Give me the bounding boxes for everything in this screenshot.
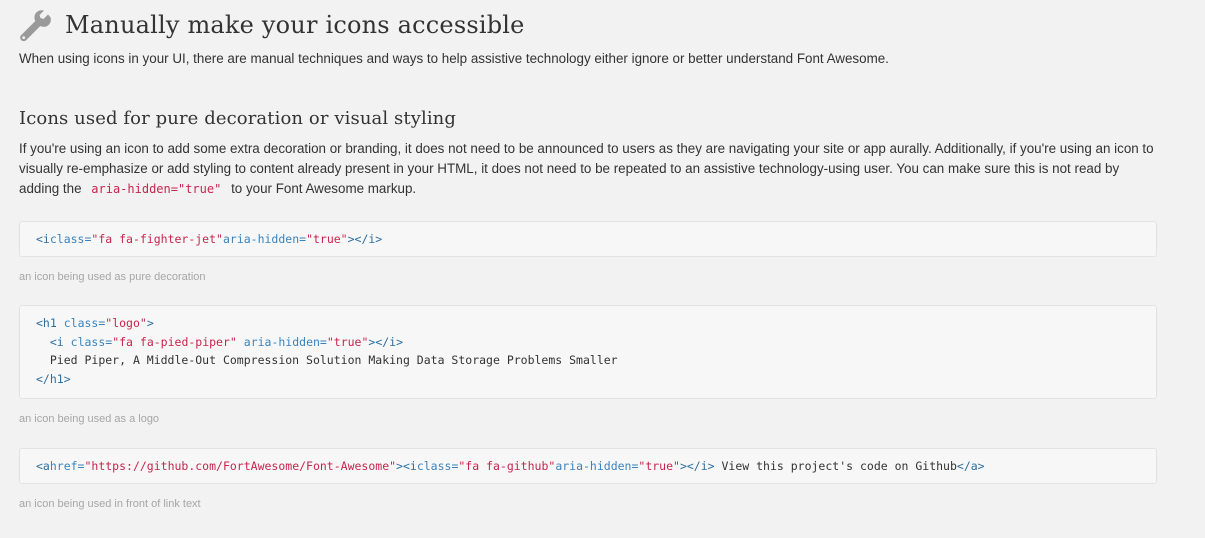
intro-paragraph: When using icons in your UI, there are m… — [19, 51, 889, 66]
code-token: class= — [49, 231, 92, 246]
page-content: Manually make your icons accessible When… — [0, 0, 1159, 510]
code-token: class= — [416, 458, 459, 473]
code-token: </a> — [956, 458, 985, 473]
code-token: aria-hidden= — [222, 231, 307, 246]
section-paragraph: If you're using an icon to add some extr… — [19, 139, 1154, 199]
code-caption: an icon being used in front of link text — [19, 498, 201, 510]
code-token: <i — [36, 231, 50, 246]
code-block-decoration: <i class= "fa fa-fighter-jet" aria-hidden… — [19, 221, 1157, 257]
code-token: href= — [49, 458, 85, 473]
code-token: ></i> — [347, 231, 383, 246]
code-token: Pied Piper, A Middle-Out Compression Sol… — [49, 353, 618, 367]
code-token: class= — [70, 334, 113, 349]
code-token: ><i — [396, 458, 417, 473]
code-token: ></i> — [679, 458, 715, 473]
page-header: Manually make your icons accessible — [19, 0, 1159, 50]
code-token: "fa fa-pied-piper" — [112, 334, 237, 349]
page-title: Manually make your icons accessible — [65, 11, 525, 39]
body-text-after: to your Font Awesome markup. — [231, 181, 417, 196]
code-token: "true" — [638, 458, 680, 473]
code-token: "https://github.com/FortAwesome/Font-Awe… — [84, 458, 397, 473]
code-token: aria-hidden= — [243, 334, 327, 349]
code-token: aria-hidden= — [555, 458, 639, 473]
code-token: > — [146, 316, 154, 330]
inline-code: aria-hidden="true" — [91, 182, 222, 196]
code-token: "fa fa-github" — [458, 458, 556, 473]
code-token: </h1> — [36, 371, 71, 386]
code-token: <h1 — [36, 316, 57, 330]
code-token: <a — [36, 458, 50, 473]
code-caption: an icon being used as pure decoration — [19, 271, 206, 283]
code-token: "fa fa-fighter-jet" — [91, 231, 223, 246]
code-token: "true" — [326, 334, 369, 349]
code-token: "logo" — [105, 316, 147, 330]
code-token: "true" — [306, 231, 348, 246]
code-caption: an icon being used as a logo — [19, 413, 160, 425]
code-block-logo: <h1 class="logo"> <i class="fa fa-pied-p… — [19, 305, 1157, 399]
section-title: Icons used for pure decoration or visual… — [19, 108, 456, 129]
code-token: <i — [49, 334, 64, 349]
code-token: View this project's code on Github — [714, 458, 957, 473]
wrench-icon — [20, 10, 51, 42]
code-token: class= — [63, 316, 106, 330]
code-token: ></i> — [368, 334, 404, 349]
code-block-link: <a href= "https://github.com/FortAwesome/… — [19, 448, 1157, 484]
